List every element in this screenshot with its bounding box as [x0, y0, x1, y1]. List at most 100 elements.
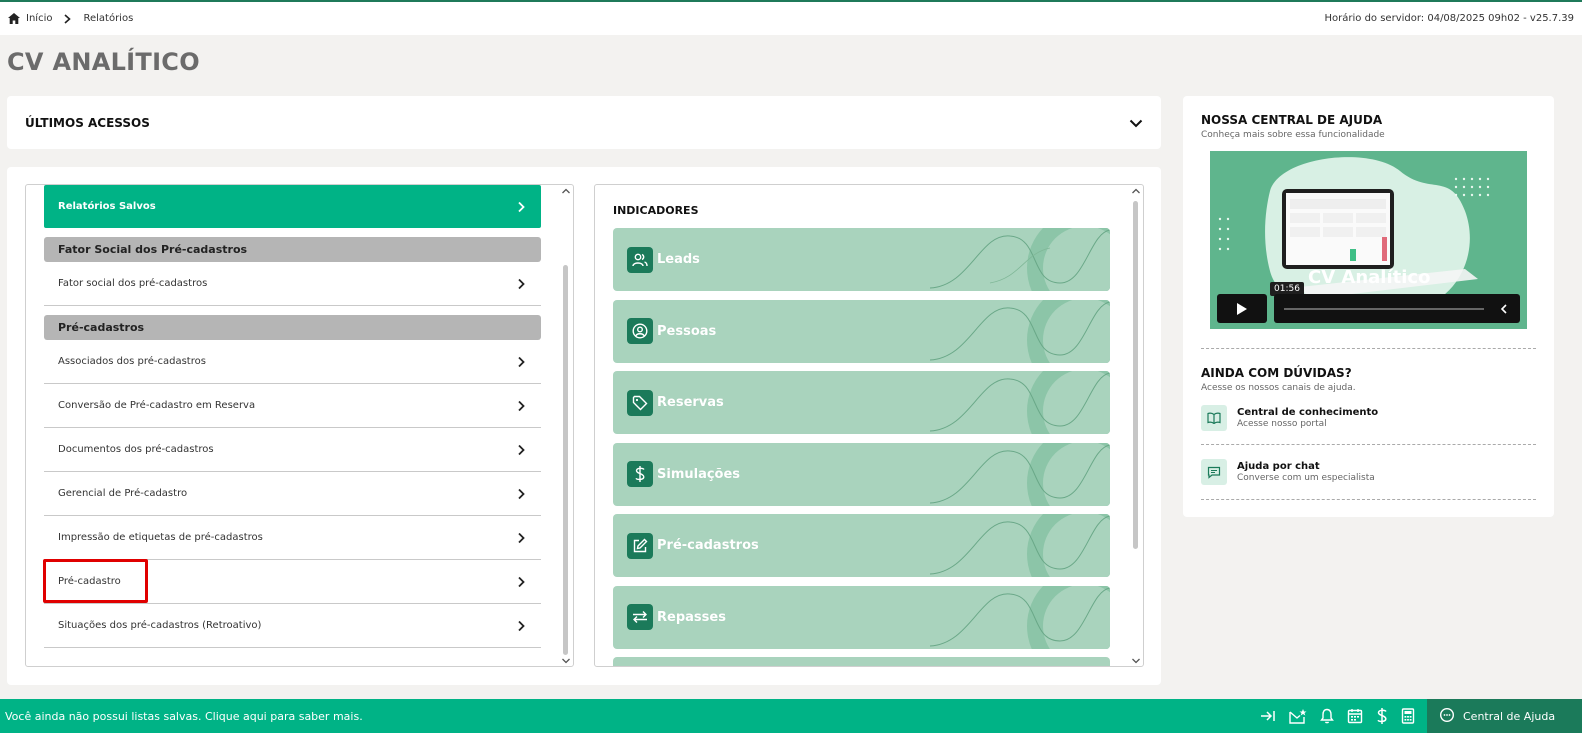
person-circle-icon: [627, 318, 653, 344]
list-item-label: Fator social dos pré-cadastros: [58, 278, 208, 289]
last-access-label: ÚLTIMOS ACESSOS: [25, 115, 150, 130]
saved-reports-item[interactable]: Relatórios Salvos: [44, 185, 541, 228]
indicator-card-leads[interactable]: Leads: [613, 228, 1110, 291]
indicator-label: Pessoas: [657, 323, 717, 339]
indicator-card-partial[interactable]: [613, 657, 1110, 666]
indicator-card-reservations[interactable]: Reservas: [613, 371, 1110, 434]
video-progress-track[interactable]: [1284, 308, 1484, 310]
video-title: CV Analítico: [1308, 267, 1431, 288]
tag-icon: [627, 389, 653, 416]
breadcrumb-home[interactable]: Início: [26, 13, 52, 24]
list-item-label: Gerencial de Pré-cadastro: [58, 488, 188, 499]
transfer-icon: [627, 604, 653, 630]
help-center-button[interactable]: Central de Ajuda: [1427, 699, 1582, 733]
chevron-right-icon: [518, 278, 525, 289]
chevron-left-icon[interactable]: [1500, 304, 1508, 314]
list-item[interactable]: Documentos dos pré-cadastros: [44, 428, 541, 472]
indicator-card-simulations[interactable]: Simulações: [613, 442, 1110, 506]
indicators-scrollbar[interactable]: [1131, 187, 1141, 665]
doubts-title: AINDA COM DÚVIDAS?: [1201, 366, 1352, 380]
chevron-down-icon[interactable]: [1129, 113, 1143, 132]
saved-reports-label: Relatórios Salvos: [58, 201, 156, 212]
divider: [1201, 444, 1536, 445]
scroll-thumb[interactable]: [563, 265, 568, 655]
help-channel-title: Ajuda por chat: [1237, 461, 1320, 472]
headset-icon: [1439, 707, 1455, 726]
bottom-bar: Você ainda não possui listas salvas. Cli…: [0, 699, 1582, 733]
bell-icon[interactable]: [1320, 708, 1334, 724]
chevron-right-icon: [518, 444, 525, 455]
indicator-label: Pré-cadastros: [657, 538, 759, 553]
list-item[interactable]: Associados dos pré-cadastros: [44, 340, 541, 384]
list-item[interactable]: Gerencial de Pré-cadastro: [44, 472, 541, 516]
page-title: CV ANALÍTICO: [7, 48, 200, 76]
reports-card: Relatórios Salvos Fator Social dos Pré-c…: [7, 167, 1161, 685]
collapse-right-icon[interactable]: [1260, 709, 1276, 723]
chevron-right-icon: [518, 400, 525, 411]
chevron-right-icon: [518, 532, 525, 543]
indicator-label: Simulações: [657, 466, 741, 482]
scroll-down-icon[interactable]: [561, 657, 571, 665]
help-channel-knowledge[interactable]: Central de conhecimento Acesse nosso por…: [1201, 403, 1536, 433]
scroll-up-icon[interactable]: [1131, 187, 1141, 195]
calendar-icon[interactable]: [1347, 708, 1363, 724]
indicators-list: Leads Pessoas Reservas Simulações Pré-ca…: [613, 228, 1110, 666]
help-center-card: NOSSA CENTRAL DE AJUDA Conheça mais sobr…: [1183, 96, 1554, 517]
reports-list-panel: Relatórios Salvos Fator Social dos Pré-c…: [25, 184, 574, 667]
help-video[interactable]: CV Analítico 01:56: [1210, 151, 1527, 329]
wave-decoration: [929, 299, 1110, 363]
chevron-right-icon: [518, 201, 525, 212]
indicator-label: Leads: [657, 252, 700, 267]
bottom-toolbar: [1260, 707, 1427, 725]
saved-lists-message[interactable]: Você ainda não possui listas salvas. Cli…: [0, 710, 1260, 723]
reports-scrollbar[interactable]: [561, 187, 571, 665]
help-channel-subtitle: Converse com um especialista: [1237, 473, 1375, 483]
wave-decoration: [929, 371, 1110, 434]
indicator-card-people[interactable]: Pessoas: [613, 299, 1110, 363]
edit-icon: [627, 532, 653, 559]
scroll-up-icon[interactable]: [561, 187, 571, 195]
help-channel-chat[interactable]: Ajuda por chat Converse com um especiali…: [1201, 457, 1536, 487]
help-channel-subtitle: Acesse nosso portal: [1237, 419, 1327, 429]
group-header-social-factor: Fator Social dos Pré-cadastros: [44, 237, 541, 262]
list-item[interactable]: Situações dos pré-cadastros (Retroativo): [44, 604, 541, 648]
list-item[interactable]: Fator social dos pré-cadastros: [44, 262, 541, 306]
indicators-title: INDICADORES: [613, 204, 699, 217]
help-center-label: Central de Ajuda: [1463, 709, 1556, 723]
mail-notification-icon[interactable]: [1289, 708, 1307, 724]
chevron-right-icon: [64, 13, 72, 24]
list-item-label: Impressão de etiquetas de pré-cadastros: [58, 532, 263, 543]
dollar-icon: [627, 461, 653, 487]
breadcrumb-current: Relatórios: [83, 13, 134, 24]
list-item-label: Conversão de Pré-cadastro em Reserva: [58, 400, 256, 411]
users-icon: [627, 246, 653, 273]
highlight-annotation: [43, 559, 148, 603]
wave-decoration: [929, 442, 1110, 506]
play-icon: [1237, 302, 1247, 315]
play-button[interactable]: [1217, 294, 1267, 323]
help-title: NOSSA CENTRAL DE AJUDA: [1201, 113, 1383, 127]
indicator-card-pre-registrations[interactable]: Pré-cadastros: [613, 514, 1110, 577]
dollar-icon[interactable]: [1376, 707, 1388, 725]
divider: [1201, 499, 1536, 500]
divider: [1201, 348, 1536, 349]
video-progress-bar[interactable]: [1274, 294, 1520, 323]
server-time: Horário do servidor: 04/08/2025 09h02 - …: [1324, 13, 1574, 24]
help-subtitle: Conheça mais sobre essa funcionalidade: [1201, 130, 1385, 140]
indicator-card-transfers[interactable]: Repasses: [613, 585, 1110, 649]
chat-icon: [1201, 459, 1227, 485]
scroll-thumb[interactable]: [1133, 201, 1138, 549]
list-item-label: Situações dos pré-cadastros (Retroativo): [58, 620, 262, 631]
scroll-down-icon[interactable]: [1131, 657, 1141, 665]
wave-decoration: [929, 585, 1110, 649]
indicators-panel: INDICADORES Leads Pessoas Reservas Simul…: [594, 184, 1144, 667]
home-icon[interactable]: [8, 13, 20, 24]
breadcrumb: Início Relatórios: [8, 13, 133, 24]
top-bar: Início Relatórios Horário do servidor: 0…: [0, 0, 1582, 35]
calculator-icon[interactable]: [1401, 708, 1415, 724]
chevron-right-icon: [518, 620, 525, 631]
list-item[interactable]: Conversão de Pré-cadastro em Reserva: [44, 384, 541, 428]
group-header-pre-registrations: Pré-cadastros: [44, 315, 541, 340]
last-access-panel[interactable]: ÚLTIMOS ACESSOS: [7, 96, 1161, 149]
list-item[interactable]: Impressão de etiquetas de pré-cadastros: [44, 516, 541, 560]
